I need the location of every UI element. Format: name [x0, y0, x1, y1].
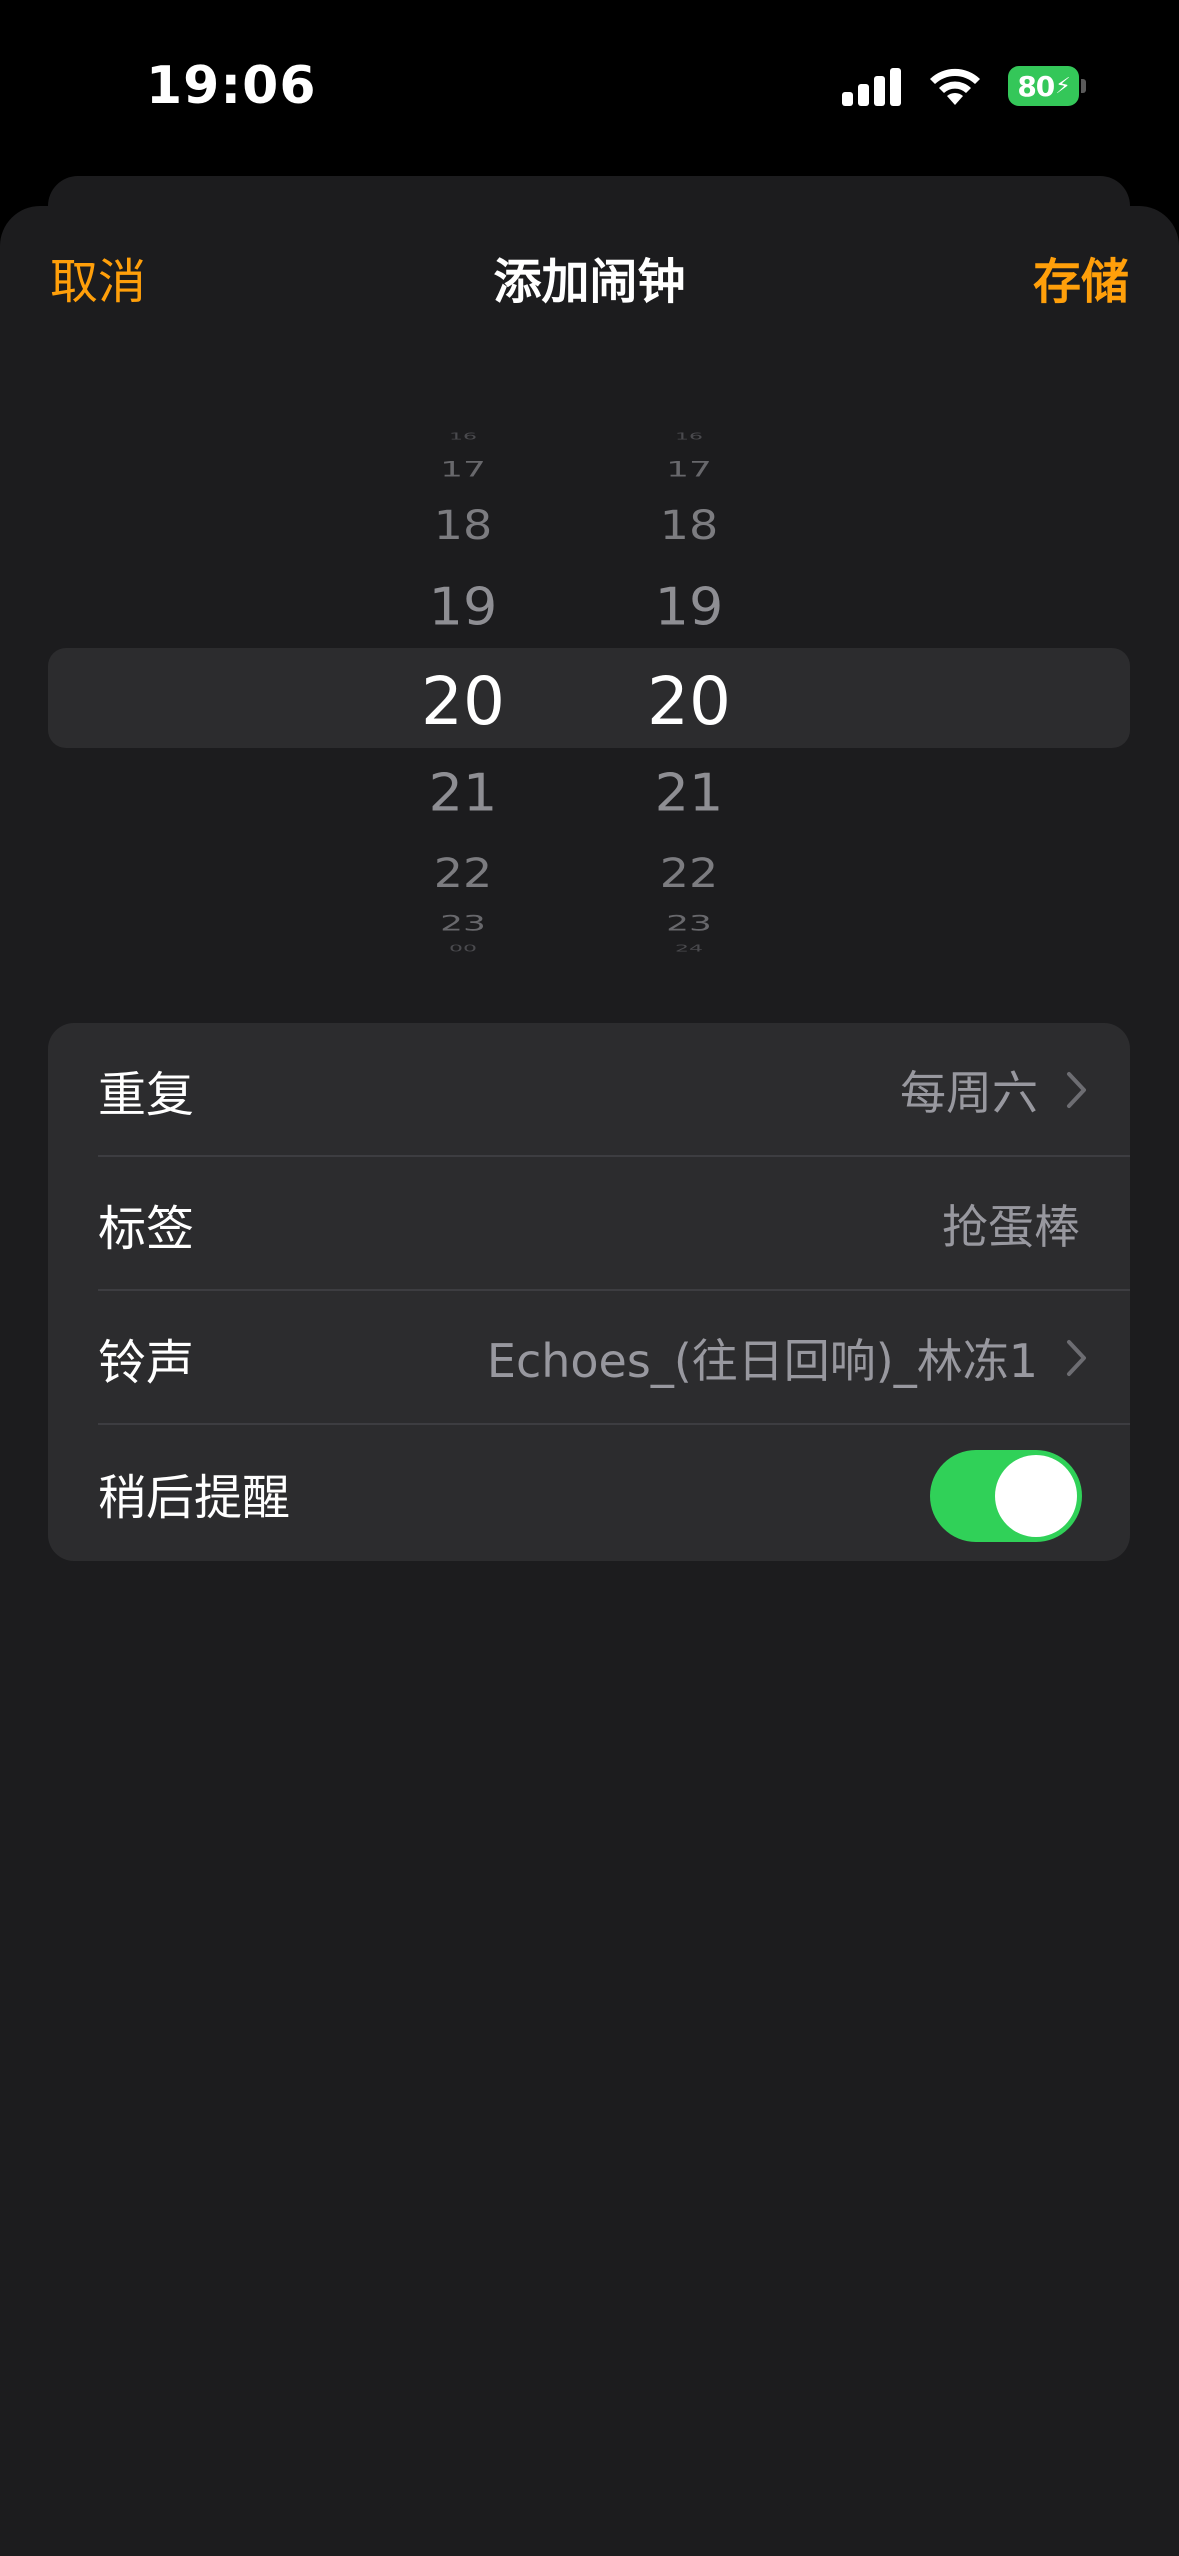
- status-time: 19:06: [146, 56, 317, 116]
- chevron-right-icon: [1067, 1072, 1086, 1108]
- snooze-label: 稍后提醒: [98, 1470, 291, 1526]
- repeat-row[interactable]: 重复 每周六: [48, 1023, 1130, 1157]
- wifi-icon: [930, 68, 980, 105]
- repeat-value: 每周六: [900, 1066, 1038, 1120]
- repeat-label: 重复: [98, 1067, 195, 1123]
- status-bar: 19:06 80 ⚡: [0, 0, 1179, 170]
- minute-option[interactable]: 21: [619, 767, 759, 819]
- hour-option[interactable]: 22: [393, 853, 533, 893]
- hour-option[interactable]: 00: [393, 944, 533, 954]
- sound-label: 铃声: [98, 1335, 195, 1391]
- snooze-row: 稍后提醒: [48, 1425, 1130, 1561]
- toggle-knob: [995, 1455, 1077, 1537]
- home-indicator[interactable]: [390, 2504, 790, 2516]
- picker-selection-highlight: [48, 648, 1130, 748]
- minute-option[interactable]: 24: [619, 944, 759, 954]
- signal-icon: [842, 66, 902, 106]
- hour-option[interactable]: 17: [393, 459, 533, 481]
- repeat-value-container: 每周六: [900, 1023, 1088, 1157]
- page-title: 添加闹钟: [493, 254, 686, 310]
- sound-value-container: Echoes_(往日回响)_林冻1: [487, 1291, 1088, 1425]
- minute-option[interactable]: 22: [619, 853, 759, 893]
- hour-option[interactable]: 18: [393, 505, 533, 545]
- hour-selected[interactable]: 20: [393, 669, 533, 735]
- sound-value: Echoes_(往日回响)_林冻1: [486, 1334, 1038, 1388]
- snooze-toggle[interactable]: [930, 1450, 1082, 1542]
- hour-wheel[interactable]: 16 17 18 19 20 21 22 23 00: [393, 430, 533, 970]
- alarm-settings-group: 重复 每周六 标签 抢蛋棒 铃声 Echoes_(往日回响)_林冻1 稍后提醒: [48, 1023, 1130, 1561]
- label-value[interactable]: 抢蛋棒: [942, 1157, 1080, 1291]
- save-button[interactable]: 存储: [1033, 258, 1129, 306]
- label-row[interactable]: 标签 抢蛋棒: [48, 1157, 1130, 1291]
- time-picker: 16 17 18 19 20 21 22 23 00 16 17 18 19 2…: [0, 430, 1179, 970]
- minute-option[interactable]: 16: [619, 432, 759, 442]
- hour-option[interactable]: 23: [393, 913, 533, 935]
- battery-level: 80 ⚡: [1008, 66, 1080, 106]
- minute-option[interactable]: 18: [619, 505, 759, 545]
- minute-option[interactable]: 23: [619, 913, 759, 935]
- minute-selected[interactable]: 20: [619, 669, 759, 735]
- minute-option[interactable]: 17: [619, 459, 759, 481]
- minute-option[interactable]: 19: [619, 581, 759, 633]
- charging-bolt-icon: ⚡: [1055, 73, 1070, 99]
- battery-icon: 80 ⚡: [1008, 66, 1086, 106]
- hour-option[interactable]: 16: [393, 432, 533, 442]
- hour-option[interactable]: 21: [393, 767, 533, 819]
- minute-wheel[interactable]: 16 17 18 19 20 21 22 23 24: [619, 430, 759, 970]
- label-label: 标签: [98, 1201, 195, 1257]
- battery-cap: [1081, 79, 1086, 93]
- sound-row[interactable]: 铃声 Echoes_(往日回响)_林冻1: [48, 1291, 1130, 1425]
- chevron-right-icon: [1067, 1340, 1086, 1376]
- hour-option[interactable]: 19: [393, 581, 533, 633]
- status-icons: 80 ⚡: [842, 64, 1086, 108]
